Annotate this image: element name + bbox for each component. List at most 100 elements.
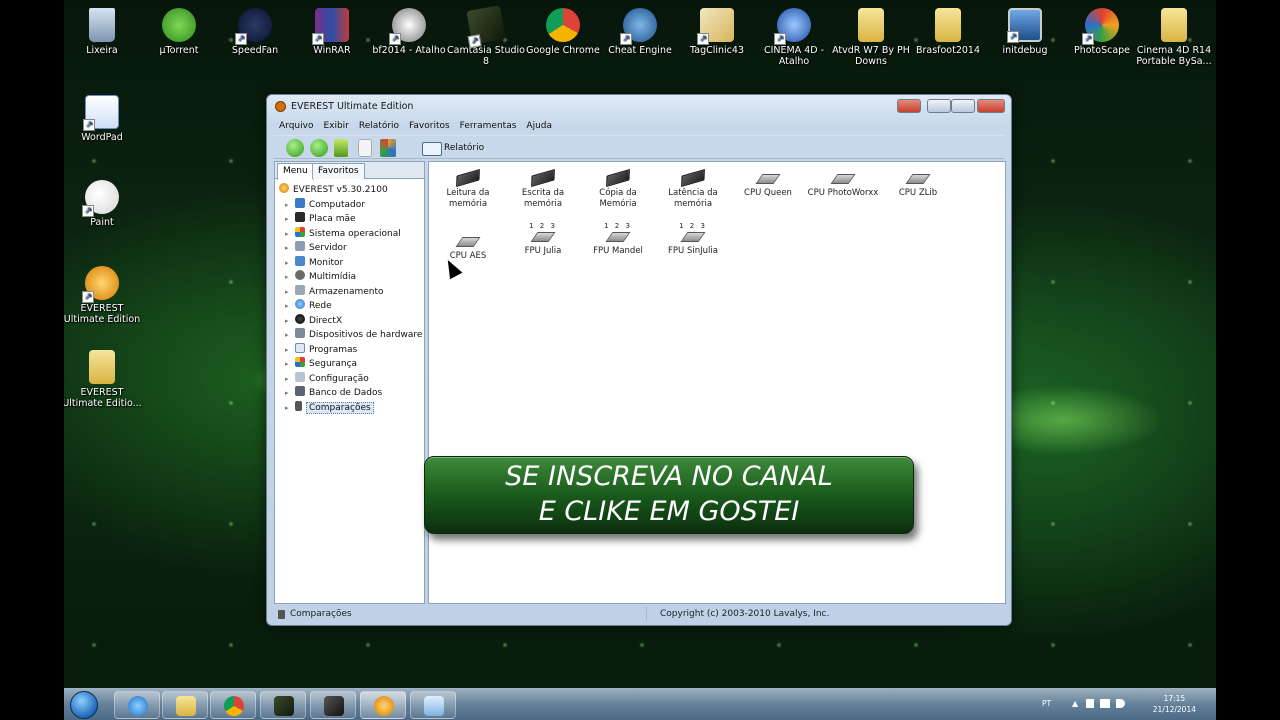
benchmark-latencia-memoria[interactable]: Latência da memória bbox=[655, 168, 731, 210]
benchmark-fpu-sinjulia[interactable]: 1 2 3 FPU SinJulia bbox=[655, 222, 731, 257]
tree-item-programas[interactable]: ▸ Programas bbox=[279, 342, 424, 358]
desktop-icon-speedfan[interactable]: SpeedFan bbox=[212, 8, 298, 56]
menu-ajuda[interactable]: Ajuda bbox=[521, 119, 557, 131]
tree-item-placa-mae[interactable]: ▸ Placa mãe bbox=[279, 212, 424, 227]
expand-icon[interactable]: ▸ bbox=[285, 343, 295, 357]
expand-icon[interactable]: ▸ bbox=[285, 314, 295, 328]
forward-arrow-icon[interactable] bbox=[310, 139, 328, 157]
navigation-tree: EVEREST v5.30.2100 ▸ Computador ▸ Placa mã… bbox=[275, 179, 424, 415]
benchmark-leitura-memoria[interactable]: Leitura da memória bbox=[430, 168, 506, 210]
benchmark-cpu-photoworxx[interactable]: CPU PhotoWorxx bbox=[805, 172, 881, 199]
desktop-icon-tagclinic[interactable]: TagClinic43 bbox=[674, 8, 760, 56]
desktop-icon-atvdr[interactable]: AtvdR W7 By PH Downs bbox=[828, 8, 914, 67]
tree-item-configuracao[interactable]: ▸ Configuração bbox=[279, 371, 424, 387]
desktop-icon-paint[interactable]: Paint bbox=[64, 180, 145, 228]
report-button[interactable]: Relatório bbox=[420, 139, 484, 157]
expand-icon[interactable]: ▸ bbox=[285, 212, 295, 226]
desktop-icon-label: Cheat Engine bbox=[608, 45, 672, 56]
expand-icon[interactable]: ▸ bbox=[285, 256, 295, 270]
tree-item-monitor[interactable]: ▸ Monitor bbox=[279, 255, 424, 271]
tree-item-servidor[interactable]: ▸ Servidor bbox=[279, 241, 424, 256]
language-indicator[interactable]: PT bbox=[1042, 699, 1051, 708]
tree-item-sistema-operacional[interactable]: ▸ Sistema operacional bbox=[279, 226, 424, 242]
desktop-icon-cinema4d-portable[interactable]: Cinema 4D R14 Portable BySa... bbox=[1131, 8, 1216, 67]
taskbar-everest[interactable] bbox=[360, 691, 406, 719]
tab-menu[interactable]: Menu bbox=[277, 163, 314, 180]
tree-item-rede[interactable]: ▸ Rede bbox=[279, 299, 424, 314]
stopwatch-icon bbox=[295, 400, 302, 411]
benchmark-escrita-memoria[interactable]: Escrita da memória bbox=[505, 168, 581, 210]
refresh-icon[interactable] bbox=[358, 139, 372, 157]
expand-icon[interactable]: ▸ bbox=[285, 357, 295, 371]
desktop-icon-cinema4d[interactable]: CINEMA 4D - Atalho bbox=[751, 8, 837, 67]
tree-item-armazenamento[interactable]: ▸ Armazenamento bbox=[279, 284, 424, 300]
expand-icon[interactable]: ▸ bbox=[285, 401, 295, 415]
taskbar-chrome[interactable] bbox=[210, 691, 256, 719]
tree-item-directx[interactable]: ▸ DirectX bbox=[279, 313, 424, 329]
speaker-icon bbox=[295, 270, 305, 280]
desktop-icon-chrome[interactable]: Google Chrome bbox=[520, 8, 606, 56]
back-arrow-icon[interactable] bbox=[286, 139, 304, 157]
tree-item-banco-de-dados[interactable]: ▸ Banco de Dados bbox=[279, 386, 424, 401]
users-icon[interactable] bbox=[380, 139, 396, 157]
benchmark-cpu-zlib[interactable]: CPU ZLib bbox=[880, 172, 956, 199]
desktop-icon-cheat-engine[interactable]: Cheat Engine bbox=[597, 8, 683, 56]
benchmark-fpu-julia[interactable]: 1 2 3 FPU Julia bbox=[505, 222, 581, 257]
network-icon[interactable] bbox=[1100, 699, 1110, 708]
expand-icon[interactable]: ▸ bbox=[285, 227, 295, 241]
expand-icon[interactable]: ▸ bbox=[285, 372, 295, 386]
everest-icon bbox=[279, 183, 289, 193]
expand-icon[interactable]: ▸ bbox=[285, 198, 295, 212]
expand-icon[interactable]: ▸ bbox=[285, 270, 295, 284]
menu-favoritos[interactable]: Favoritos bbox=[404, 119, 455, 131]
desktop-icon-everest[interactable]: EVEREST Ultimate Edition bbox=[64, 266, 145, 325]
flag-icon[interactable] bbox=[1086, 699, 1094, 708]
desktop-icon-bf2014[interactable]: bf2014 - Atalho bbox=[366, 8, 452, 56]
up-arrow-icon[interactable] bbox=[334, 139, 348, 157]
desktop-icon-brasfoot[interactable]: Brasfoot2014 bbox=[905, 8, 991, 56]
taskbar-explorer[interactable] bbox=[162, 691, 208, 719]
taskbar-ie[interactable] bbox=[114, 691, 160, 719]
desktop-icon-camtasia[interactable]: Camtasia Studio 8 bbox=[443, 5, 529, 67]
desktop-icon-everest-folder[interactable]: EVEREST Ultimate Editio... bbox=[64, 350, 145, 409]
show-hidden-icons-icon[interactable]: ▲ bbox=[1072, 699, 1078, 708]
start-button[interactable] bbox=[70, 691, 98, 719]
expand-icon[interactable]: ▸ bbox=[285, 328, 295, 342]
desktop-icon-utorrent[interactable]: µTorrent bbox=[136, 8, 222, 56]
benchmark-fpu-mandel[interactable]: 1 2 3 FPU Mandel bbox=[580, 222, 656, 257]
close-button[interactable] bbox=[977, 99, 1005, 113]
expand-icon[interactable]: ▸ bbox=[285, 386, 295, 400]
benchmark-cpu-queen[interactable]: CPU Queen bbox=[730, 172, 806, 199]
tree-item-seguranca[interactable]: ▸ Segurança bbox=[279, 357, 424, 372]
report-button-label: Relatório bbox=[444, 143, 485, 153]
menu-exibir[interactable]: Exibir bbox=[318, 119, 353, 131]
maximize-button[interactable] bbox=[951, 99, 975, 113]
desktop-icon-wordpad[interactable]: WordPad bbox=[64, 95, 145, 143]
title-bar[interactable]: EVEREST Ultimate Edition bbox=[267, 95, 1011, 119]
expand-icon[interactable]: ▸ bbox=[285, 299, 295, 313]
expand-icon[interactable]: ▸ bbox=[285, 285, 295, 299]
expand-icon[interactable]: ▸ bbox=[285, 241, 295, 255]
tab-favoritos[interactable]: Favoritos bbox=[312, 163, 365, 179]
menu-relatorio[interactable]: Relatório bbox=[354, 119, 404, 131]
tree-item-computador[interactable]: ▸ Computador bbox=[279, 197, 424, 213]
menu-arquivo[interactable]: Arquivo bbox=[274, 119, 318, 131]
benchmark-cpu-aes[interactable]: CPU AES bbox=[430, 231, 506, 262]
menu-ferramentas[interactable]: Ferramentas bbox=[455, 119, 522, 131]
folder-icon bbox=[1161, 8, 1187, 42]
desktop-icon-winrar[interactable]: WinRAR bbox=[289, 8, 375, 56]
clock[interactable]: 17:15 21/12/2014 bbox=[1153, 693, 1196, 715]
desktop-icon-initdebug[interactable]: initdebug bbox=[982, 8, 1068, 56]
benchmark-copia-memoria[interactable]: Cópia da Memória bbox=[580, 168, 656, 210]
tree-root[interactable]: EVEREST v5.30.2100 bbox=[279, 183, 424, 198]
desktop-icon-recycle-bin[interactable]: Lixeira bbox=[64, 8, 145, 56]
tree-item-dispositivos[interactable]: ▸ Dispositivos de hardware bbox=[279, 328, 424, 343]
dock-button[interactable] bbox=[897, 99, 921, 113]
taskbar-recorder[interactable] bbox=[310, 691, 356, 719]
volume-icon[interactable] bbox=[1116, 699, 1125, 708]
taskbar-camtasia[interactable] bbox=[260, 691, 306, 719]
tree-item-comparacoes[interactable]: ▸ Comparações bbox=[279, 400, 424, 416]
taskbar-window[interactable] bbox=[410, 691, 456, 719]
tree-item-multimidia[interactable]: ▸ Multimídia bbox=[279, 270, 424, 285]
minimize-button[interactable] bbox=[927, 99, 951, 113]
